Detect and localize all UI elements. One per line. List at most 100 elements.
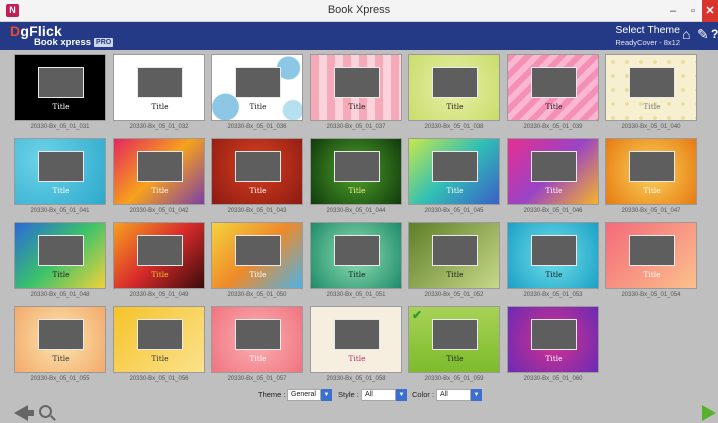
theme-tile[interactable]: Title 20330-Bx_05_01_056 [113, 306, 205, 384]
theme-tile[interactable]: Title 20330-Bx_05_01_053 [507, 222, 599, 300]
theme-thumbnail[interactable]: Title [310, 306, 402, 373]
theme-thumbnail[interactable]: Title [605, 54, 697, 121]
theme-tile[interactable]: Title 20330-Bx_05_01_058 [310, 306, 402, 384]
theme-tile[interactable]: Title 20330-Bx_05_01_047 [605, 138, 697, 216]
theme-title-text: Title [643, 270, 661, 279]
theme-thumbnail[interactable]: Title [211, 138, 303, 205]
theme-tile[interactable]: Title 20330-Bx_05_01_039 [507, 54, 599, 132]
theme-filter-label: Theme : [258, 390, 286, 399]
theme-tile[interactable]: Title 20330-Bx_05_01_041 [14, 138, 106, 216]
theme-title-text: Title [151, 102, 169, 111]
theme-thumbnail[interactable]: Title [113, 138, 205, 205]
theme-tile[interactable]: Title 20330-Bx_05_01_050 [211, 222, 303, 300]
theme-dropdown-icon[interactable]: ▼ [321, 389, 332, 401]
theme-title-text: Title [348, 186, 366, 195]
theme-tile[interactable]: Title 20330-Bx_05_01_044 [310, 138, 402, 216]
minimize-button[interactable]: – [662, 0, 684, 22]
theme-thumbnail[interactable]: Title ✔ [408, 306, 500, 373]
theme-title-text: Title [52, 354, 70, 363]
theme-code-label: 20330-Bx_05_01_044 [326, 208, 386, 214]
back-arrow-tail[interactable] [26, 410, 34, 416]
theme-tile[interactable]: Title 20330-Bx_05_01_046 [507, 138, 599, 216]
theme-thumbnail[interactable]: Title [14, 306, 106, 373]
theme-tile[interactable]: Title 20330-Bx_05_01_051 [310, 222, 402, 300]
theme-code-label: 20330-Bx_05_01_050 [227, 292, 287, 298]
theme-thumbnail[interactable]: Title [14, 222, 106, 289]
theme-tile[interactable]: Title 20330-Bx_05_01_031 [14, 54, 106, 132]
theme-thumbnail[interactable]: Title [14, 54, 106, 121]
theme-tile[interactable]: Title 20330-Bx_05_01_043 [211, 138, 303, 216]
theme-code-label: 20330-Bx_05_01_051 [326, 292, 386, 298]
theme-tile[interactable]: Title 20330-Bx_05_01_049 [113, 222, 205, 300]
theme-code-label: 20330-Bx_05_01_046 [523, 208, 583, 214]
theme-title-text: Title [643, 186, 661, 195]
wrench-icon[interactable]: ✎ [697, 26, 709, 42]
theme-tile[interactable]: Title 20330-Bx_05_01_052 [408, 222, 500, 300]
theme-tile[interactable]: Title 20330-Bx_05_01_036 [211, 54, 303, 132]
theme-thumbnail[interactable]: Title [113, 222, 205, 289]
theme-filter-select[interactable]: General [287, 389, 321, 401]
theme-tile[interactable]: Title 20330-Bx_05_01_060 [507, 306, 599, 384]
photo-placeholder [38, 67, 84, 98]
theme-title-text: Title [348, 270, 366, 279]
theme-thumbnail[interactable]: Title [310, 222, 402, 289]
theme-tile[interactable]: Title 20330-Bx_05_01_055 [14, 306, 106, 384]
theme-tile[interactable]: Title 20330-Bx_05_01_057 [211, 306, 303, 384]
theme-tile[interactable]: Title 20330-Bx_05_01_042 [113, 138, 205, 216]
theme-tile[interactable]: Title 20330-Bx_05_01_054 [605, 222, 697, 300]
style-dropdown-icon[interactable]: ▼ [396, 389, 407, 401]
style-filter-label: Style : [338, 390, 359, 399]
theme-code-label: 20330-Bx_05_01_031 [30, 124, 90, 130]
theme-code-label: 20330-Bx_05_01_042 [129, 208, 189, 214]
theme-title-text: Title [545, 270, 563, 279]
close-button[interactable]: ✕ [702, 0, 718, 22]
theme-title-text: Title [151, 186, 169, 195]
theme-tile[interactable]: Title 20330-Bx_05_01_037 [310, 54, 402, 132]
home-icon[interactable]: ⌂ [682, 26, 690, 42]
photo-placeholder [531, 67, 577, 98]
theme-thumbnail[interactable]: Title [605, 222, 697, 289]
photo-placeholder [629, 151, 675, 182]
theme-thumbnail[interactable]: Title [408, 222, 500, 289]
theme-code-label: 20330-Bx_05_01_045 [424, 208, 484, 214]
color-filter-select[interactable]: All [436, 389, 471, 401]
theme-thumbnail[interactable]: Title [507, 306, 599, 373]
theme-thumbnail[interactable]: Title [408, 138, 500, 205]
theme-thumbnail[interactable]: Title [605, 138, 697, 205]
theme-title-text: Title [446, 270, 464, 279]
theme-thumbnail[interactable]: Title [507, 54, 599, 121]
theme-tile[interactable]: Title 20330-Bx_05_01_045 [408, 138, 500, 216]
theme-title-text: Title [348, 354, 366, 363]
next-arrow-icon[interactable] [702, 405, 716, 421]
theme-thumbnail[interactable]: Title [310, 54, 402, 121]
theme-thumbnail[interactable]: Title [113, 306, 205, 373]
color-dropdown-icon[interactable]: ▼ [471, 389, 482, 401]
photo-placeholder [137, 151, 183, 182]
photo-placeholder [531, 319, 577, 350]
theme-thumbnail[interactable]: Title [211, 306, 303, 373]
page-title: Select Theme [615, 24, 680, 36]
help-icon[interactable]: ? [711, 26, 718, 42]
theme-tile[interactable]: Title 20330-Bx_05_01_038 [408, 54, 500, 132]
theme-code-label: 20330-Bx_05_01_059 [424, 376, 484, 382]
photo-placeholder [629, 67, 675, 98]
theme-thumbnail[interactable]: Title [14, 138, 106, 205]
maximize-button[interactable]: ▫ [682, 0, 704, 22]
theme-thumbnail[interactable]: Title [310, 138, 402, 205]
theme-tile[interactable]: Title 20330-Bx_05_01_032 [113, 54, 205, 132]
color-filter-label: Color : [412, 390, 435, 399]
theme-tile[interactable]: Title ✔ 20330-Bx_05_01_059 [408, 306, 500, 384]
theme-title-text: Title [348, 102, 366, 111]
theme-tile[interactable]: Title 20330-Bx_05_01_040 [605, 54, 697, 132]
theme-thumbnail[interactable]: Title [113, 54, 205, 121]
theme-title-text: Title [545, 102, 563, 111]
theme-thumbnail[interactable]: Title [408, 54, 500, 121]
photo-placeholder [235, 235, 281, 266]
theme-title-text: Title [446, 354, 464, 363]
theme-thumbnail[interactable]: Title [507, 222, 599, 289]
theme-thumbnail[interactable]: Title [211, 54, 303, 121]
theme-tile[interactable]: Title 20330-Bx_05_01_048 [14, 222, 106, 300]
style-filter-select[interactable]: All [361, 389, 396, 401]
theme-thumbnail[interactable]: Title [211, 222, 303, 289]
theme-thumbnail[interactable]: Title [507, 138, 599, 205]
